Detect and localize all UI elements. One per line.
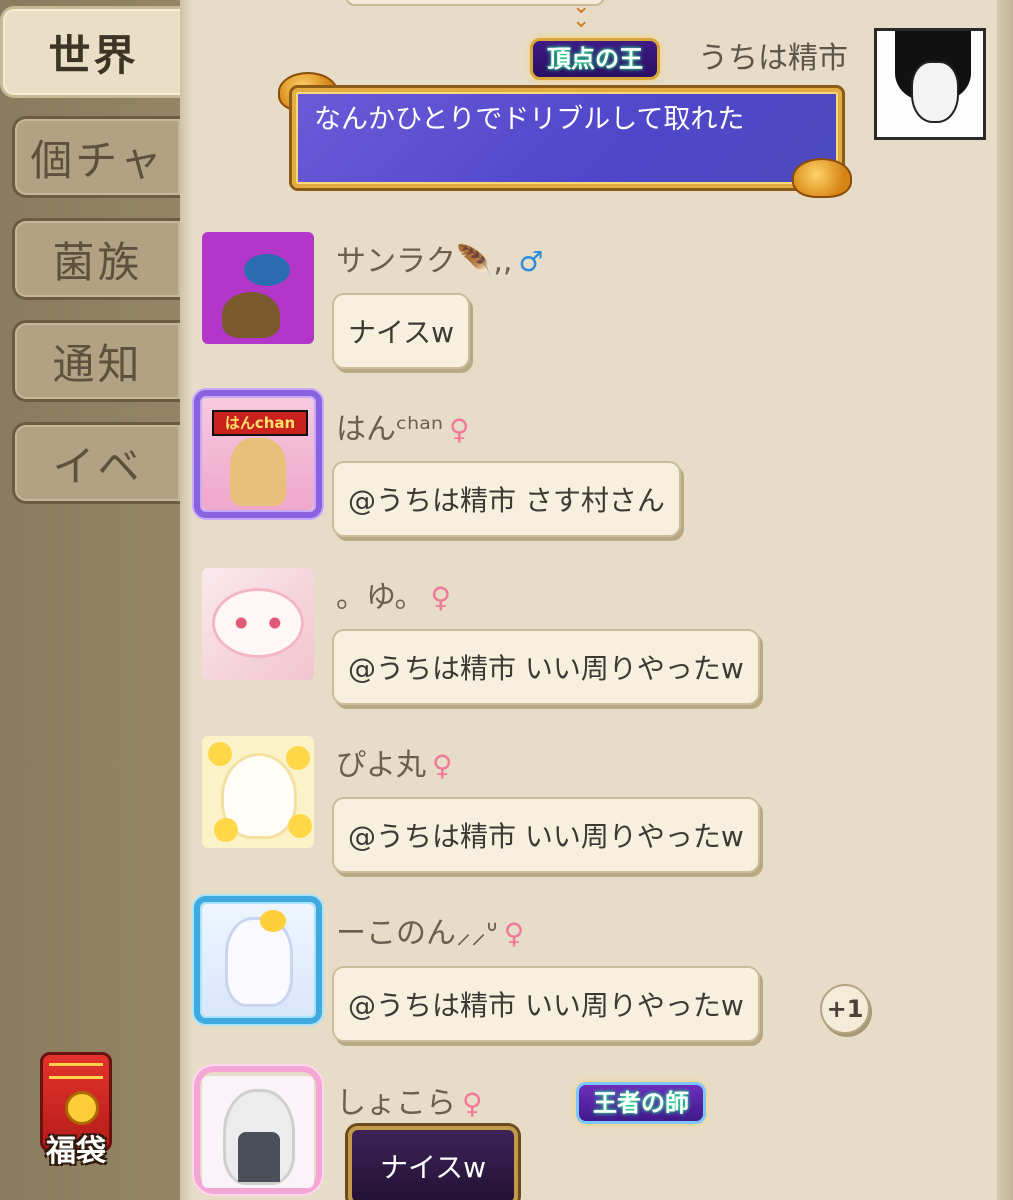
own-message-bubble[interactable]: なんかひとりでドリブルして取れた — [292, 88, 842, 188]
user-name-text: サンラク🪶,, — [336, 244, 513, 279]
female-icon: ♀ — [462, 1087, 483, 1120]
own-user-name[interactable]: うちは精市 — [698, 33, 848, 77]
avatar[interactable] — [202, 904, 314, 1016]
chat-scroll-edge — [997, 0, 1013, 1200]
avatar[interactable] — [202, 398, 314, 510]
female-icon: ♀ — [430, 581, 452, 614]
tab-clan[interactable]: 菌族 — [12, 218, 180, 300]
message-user-name[interactable]: ぴよ丸 ♀ — [336, 740, 453, 784]
lucky-bag-label: 福袋 — [46, 1134, 106, 1169]
message-user-name[interactable]: 。ゆ。 ♀ — [336, 572, 451, 616]
avatar[interactable] — [202, 736, 314, 848]
message-text: ナイスw — [348, 316, 455, 349]
tab-events-label: イベ — [52, 441, 143, 491]
lucky-bag-button[interactable]: 福袋 — [36, 1046, 116, 1170]
user-name-text: はんᶜʰᵃⁿ — [336, 412, 443, 447]
own-avatar[interactable] — [874, 28, 986, 140]
tab-world[interactable]: 世界 — [0, 6, 184, 98]
message-bubble[interactable]: @うちは精市 さす村さん — [332, 461, 681, 537]
message-bubble[interactable]: @うちは精市 いい周りやったw — [332, 797, 760, 873]
title-badge: 王者の師 — [576, 1082, 706, 1124]
avatar[interactable] — [202, 1076, 314, 1188]
chat-panel[interactable]: ⌄ ⌄ 頂点の王 うちは精市 なんかひとりでドリブルして取れた サンラク🪶,, ♂ … — [180, 0, 1013, 1200]
user-name-text: 。ゆ。 — [336, 580, 425, 615]
message-text: ナイスw — [379, 1151, 487, 1184]
title-badge: 頂点の王 — [530, 38, 660, 80]
own-message-text: なんかひとりでドリブルして取れた — [314, 104, 745, 135]
tab-private-chat[interactable]: 個チャ — [12, 116, 180, 198]
tab-private-chat-label: 個チャ — [30, 135, 165, 185]
user-name-text: しょこら — [336, 1086, 456, 1121]
user-name-text: ーこのん⸝⸝ᐡ — [336, 916, 498, 951]
avatar[interactable] — [202, 232, 314, 344]
message-bubble[interactable]: @うちは精市 いい周りやったw — [332, 629, 760, 705]
tab-events[interactable]: イベ — [12, 422, 180, 504]
tab-world-label: 世界 — [48, 30, 139, 80]
chevron-down-icon: ⌄ ⌄ — [572, 0, 591, 33]
tab-notifications-label: 通知 — [52, 339, 143, 389]
message-text: @うちは精市 いい周りやったw — [348, 652, 744, 685]
female-icon: ♀ — [432, 749, 453, 782]
message-bubble[interactable]: ナイスw — [332, 293, 471, 369]
avatar[interactable] — [202, 568, 314, 680]
user-name-text: ぴよ丸 — [336, 748, 426, 783]
female-icon: ♀ — [503, 917, 525, 950]
message-text: @うちは精市 いい周りやったw — [348, 989, 744, 1022]
message-user-name[interactable]: はんᶜʰᵃⁿ ♀ — [336, 404, 469, 448]
channel-sidebar: 世界 個チャ 菌族 通知 イベ 福袋 — [0, 0, 184, 1200]
message-user-name[interactable]: しょこら ♀ — [336, 1078, 483, 1122]
tab-notifications[interactable]: 通知 — [12, 320, 180, 402]
message-bubble[interactable]: @うちは精市 いい周りやったw — [332, 966, 760, 1042]
message-text: @うちは精市 さす村さん — [348, 484, 665, 517]
reaction-count-button[interactable]: +1 — [820, 984, 870, 1034]
flower-emblem-icon — [65, 1091, 99, 1125]
dragon-ornament-icon — [792, 158, 852, 198]
previous-message-bubble — [345, 0, 605, 6]
tab-clan-label: 菌族 — [52, 237, 143, 287]
message-text: @うちは精市 いい周りやったw — [348, 820, 744, 853]
message-user-name[interactable]: サンラク🪶,, ♂ — [336, 236, 544, 280]
message-bubble[interactable]: ナイスw — [348, 1126, 518, 1200]
female-icon: ♀ — [448, 413, 470, 446]
male-icon: ♂ — [518, 245, 544, 278]
message-user-name[interactable]: ーこのん⸝⸝ᐡ ♀ — [336, 908, 524, 952]
